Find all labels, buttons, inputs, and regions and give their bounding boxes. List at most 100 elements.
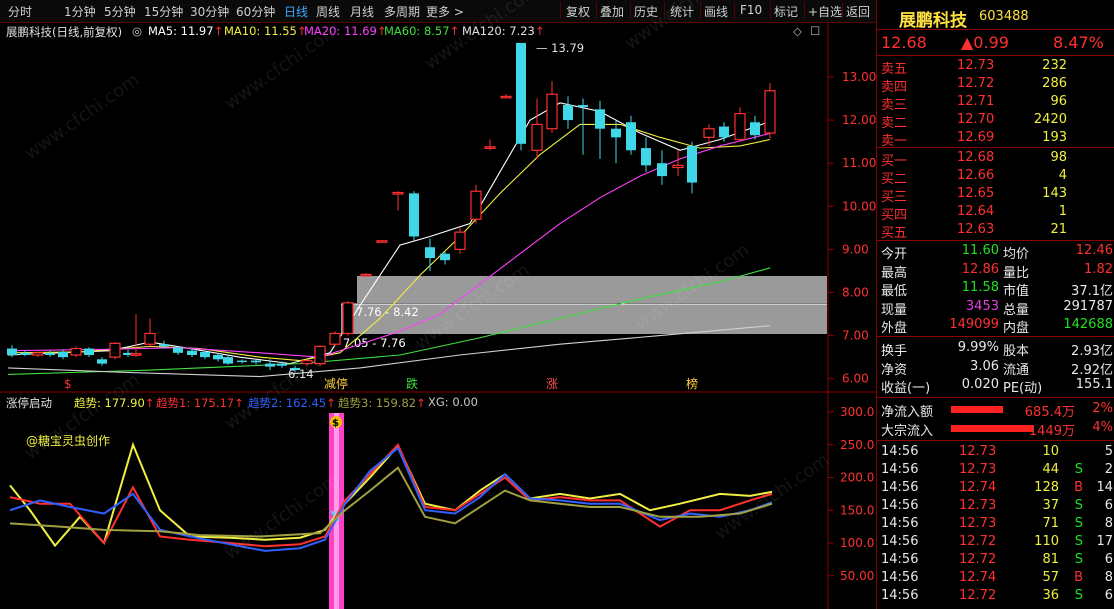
stat-label: 流通 bbox=[1003, 362, 1030, 378]
tick-volume: 36 bbox=[1042, 588, 1059, 603]
stat-value: 0.020 bbox=[961, 377, 999, 392]
stat-label: 净资 bbox=[881, 362, 908, 378]
tick-time: 14:56 bbox=[881, 588, 919, 603]
stat-value: 155.1 bbox=[1075, 377, 1113, 392]
candle-body bbox=[97, 359, 107, 364]
stat-value: 11.60 bbox=[961, 243, 999, 258]
candle-body bbox=[32, 352, 44, 356]
bid-row: 买一 12.68 98 bbox=[881, 150, 1113, 169]
stat-label: 现量 bbox=[881, 302, 908, 318]
tick-volume: 81 bbox=[1042, 552, 1059, 567]
tick-count: 14 bbox=[1096, 480, 1113, 495]
ask-row: 卖二 12.70 2420 bbox=[881, 112, 1113, 131]
tick-time: 14:56 bbox=[881, 516, 919, 531]
author-credit: @糖宝灵虫创作 bbox=[26, 434, 111, 448]
ask-price: 12.71 bbox=[957, 94, 995, 109]
ask-row: 卖四 12.72 286 bbox=[881, 76, 1113, 95]
stat-value: 149099 bbox=[949, 317, 999, 332]
price-axis-label: 12.00 bbox=[842, 113, 876, 127]
stat-label: 外盘 bbox=[881, 321, 908, 336]
tick-row: 14:56 12.72 36 S 6 bbox=[881, 588, 1113, 606]
indicator-name[interactable]: 涨停启动 bbox=[6, 395, 52, 411]
ma-toggle-icon[interactable]: ◎ bbox=[132, 24, 142, 38]
kline-chart[interactable]: 7.76 - 8.427.05 - 7.76 — 13.796.14$ 减停跌涨榜… bbox=[0, 0, 876, 609]
stat-value: 2.92亿 bbox=[1071, 362, 1113, 378]
stock-name: 展鹏科技 bbox=[899, 11, 967, 31]
quote-panel: 展鹏科技 603488 12.68 ▲0.99 8.47% 卖五 12.73 232… bbox=[876, 0, 1114, 609]
bid-price: 12.63 bbox=[957, 222, 995, 237]
candle-body bbox=[45, 352, 55, 355]
tick-volume: 37 bbox=[1042, 498, 1059, 513]
candle-body bbox=[20, 352, 30, 355]
ask-label: 卖四 bbox=[881, 80, 908, 95]
candle-body bbox=[130, 353, 142, 356]
trend2-line bbox=[9, 446, 773, 552]
price-axis-label: 8.00 bbox=[842, 286, 869, 300]
stat-row: 最低 11.58 市值 37.1亿 bbox=[881, 280, 1113, 299]
tick-row: 14:56 12.73 44 S 2 bbox=[881, 462, 1113, 480]
bid-row: 买三 12.65 143 bbox=[881, 186, 1113, 205]
stat-row: 现量 3453 总量 291787 bbox=[881, 299, 1113, 318]
ask-price: 12.72 bbox=[957, 76, 995, 91]
flow-value: 685.4万 bbox=[1024, 405, 1075, 420]
candle-body bbox=[611, 128, 621, 138]
candle-body bbox=[342, 302, 354, 335]
ask-price: 12.70 bbox=[957, 112, 995, 127]
trend3-label: 趋势3: 159.82↑ bbox=[338, 396, 426, 410]
candle-body bbox=[84, 348, 94, 355]
price-axis-label: 10.00 bbox=[842, 199, 876, 213]
zone-label-lower: 7.05 - 7.76 bbox=[343, 336, 406, 350]
stat-value: 142688 bbox=[1063, 317, 1113, 332]
candle-body bbox=[703, 128, 715, 138]
flow-bar bbox=[951, 406, 1003, 413]
stat-value: 2.93亿 bbox=[1071, 344, 1113, 359]
event-mark: 榜 bbox=[686, 376, 698, 391]
flow-value: 1449万 bbox=[1028, 424, 1075, 439]
bid-row: 买四 12.64 1 bbox=[881, 204, 1113, 223]
stat-label: 股本 bbox=[1003, 344, 1030, 359]
tick-price: 12.73 bbox=[959, 462, 997, 477]
candle-body bbox=[251, 360, 261, 363]
price-change: ▲0.99 bbox=[961, 33, 1009, 52]
tick-row: 14:56 12.73 71 S 8 bbox=[881, 516, 1113, 534]
candle-body bbox=[265, 363, 275, 367]
stat-value: 12.86 bbox=[961, 261, 999, 277]
ask-row: 卖一 12.69 193 bbox=[881, 130, 1113, 149]
tick-side: B bbox=[1074, 570, 1083, 585]
candle-body bbox=[657, 163, 667, 177]
tick-time: 14:56 bbox=[881, 534, 919, 549]
flow-label: 净流入额 bbox=[881, 405, 934, 420]
candle-body bbox=[454, 231, 466, 251]
bid-volume: 4 bbox=[1058, 168, 1067, 183]
close-icon[interactable]: ☐ bbox=[810, 24, 820, 38]
ask-volume: 193 bbox=[1042, 130, 1067, 145]
candle-body bbox=[376, 240, 388, 243]
tick-row: 14:56 12.72 81 S 6 bbox=[881, 552, 1113, 570]
flow-pct: 4% bbox=[1092, 420, 1113, 435]
stat-row: 收益(一) 0.020 PE(动) 155.1 bbox=[881, 377, 1113, 396]
collapse-icon[interactable]: ◇ bbox=[793, 24, 802, 38]
tick-side: S bbox=[1074, 462, 1083, 477]
bid-volume: 143 bbox=[1042, 186, 1067, 201]
stat-value: 9.99% bbox=[957, 340, 999, 355]
bid-row: 买二 12.66 4 bbox=[881, 168, 1113, 187]
bid-label: 买二 bbox=[881, 172, 908, 187]
tick-count: 8 bbox=[1104, 570, 1113, 585]
tick-price: 12.73 bbox=[959, 516, 997, 531]
tick-count: 6 bbox=[1104, 588, 1113, 603]
candle-body bbox=[641, 148, 651, 166]
tick-price: 12.72 bbox=[959, 552, 997, 567]
stat-value: 37.1亿 bbox=[1071, 284, 1113, 299]
candle-body bbox=[687, 145, 697, 183]
tick-price: 12.74 bbox=[959, 570, 997, 585]
stat-row: 净资 3.06 流通 2.92亿 bbox=[881, 359, 1113, 378]
candle-body bbox=[144, 332, 156, 345]
candle-body bbox=[516, 42, 526, 144]
candle-body bbox=[277, 363, 287, 366]
candle-body bbox=[409, 193, 419, 237]
chart-title: 展鹏科技(日线,前复权) bbox=[6, 25, 123, 39]
candle-body bbox=[470, 190, 482, 220]
ask-volume: 96 bbox=[1050, 94, 1067, 109]
indicator-axis-label: 50.00 bbox=[840, 569, 874, 583]
tick-side: S bbox=[1074, 588, 1083, 603]
